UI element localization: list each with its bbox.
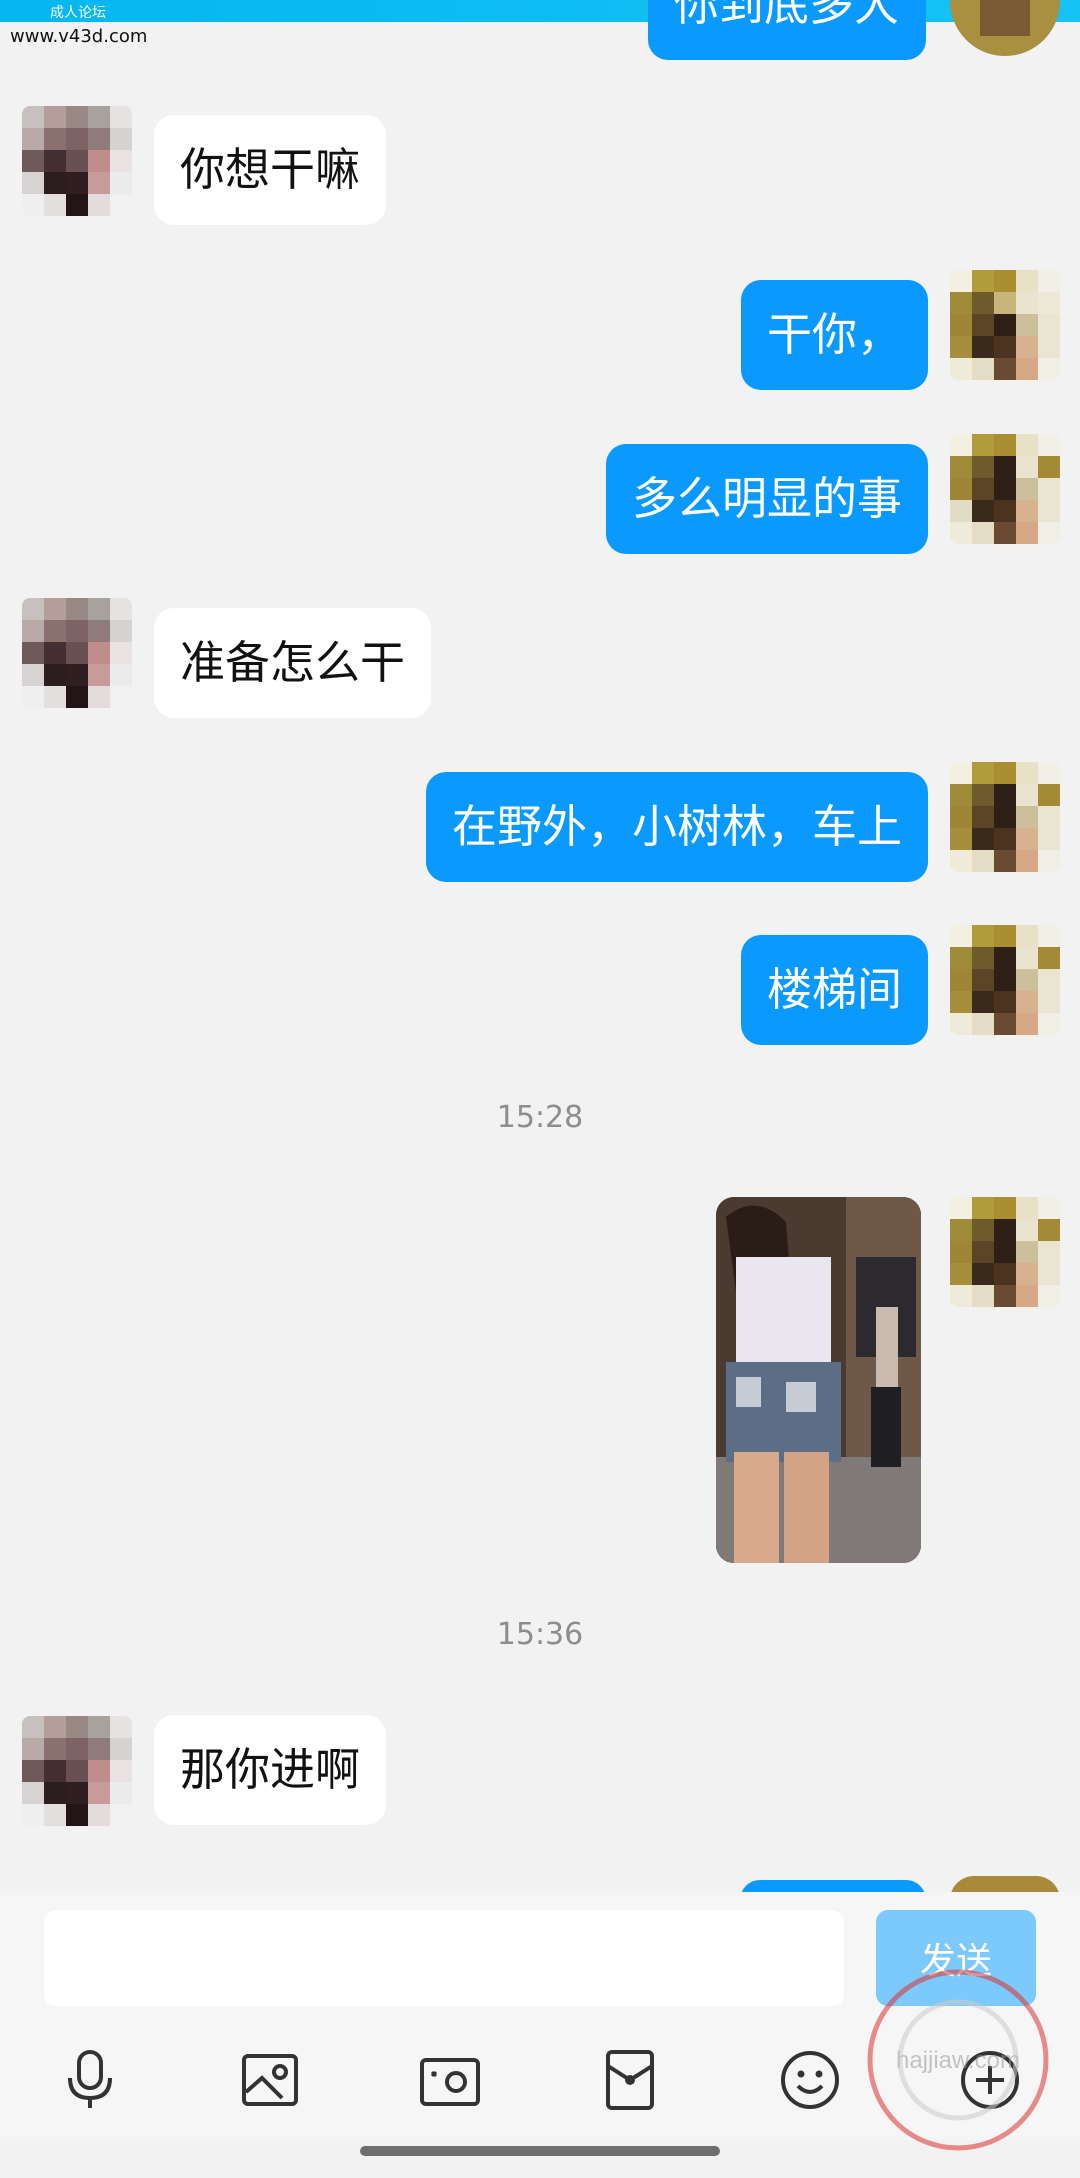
chat-area[interactable]: 你到底多大 你想干嘛 干你， 多么明显的事 准备怎么干 在野外，小树林，车上 楼… (0, 0, 1080, 1920)
red-packet-icon[interactable] (592, 2042, 668, 2118)
message-bubble-outgoing[interactable]: 楼梯间 (740, 935, 928, 1045)
message-text: 准备怎么干 (180, 636, 406, 689)
stamp-text: hajjiaw.com (896, 2047, 1020, 2074)
microphone-icon[interactable] (52, 2042, 128, 2118)
my-avatar[interactable] (950, 434, 1060, 544)
timestamp: 15:28 (496, 1100, 584, 1135)
message-input[interactable] (44, 1910, 844, 2006)
message-text: 那你进啊 (180, 1743, 361, 1796)
timestamp: 15:36 (496, 1617, 584, 1652)
message-text: 在野外，小树林，车上 (451, 800, 902, 853)
message-text: 多么明显的事 (631, 472, 902, 525)
my-avatar[interactable] (950, 1197, 1060, 1307)
photo-content (716, 1197, 921, 1563)
message-bubble-incoming[interactable]: 准备怎么干 (154, 608, 432, 718)
my-avatar[interactable] (950, 0, 1060, 56)
message-text: 你想干嘛 (180, 143, 361, 196)
contact-avatar[interactable] (22, 1716, 132, 1826)
contact-avatar[interactable] (22, 598, 132, 708)
my-avatar[interactable] (950, 270, 1060, 380)
image-message[interactable] (716, 1197, 921, 1563)
message-text: 干你， (766, 308, 902, 361)
message-bubble-incoming[interactable]: 你想干嘛 (154, 115, 387, 225)
message-bubble-incoming[interactable]: 那你进啊 (154, 1715, 387, 1825)
message-bubble-outgoing[interactable]: 在野外，小树林，车上 (425, 772, 928, 882)
contact-avatar[interactable] (22, 106, 132, 216)
message-text: 你到底多大 (674, 0, 900, 31)
watermark-stamp: hajjiaw.com (858, 1960, 1058, 2160)
emoji-icon[interactable] (772, 2042, 848, 2118)
camera-icon[interactable] (412, 2042, 488, 2118)
home-indicator[interactable] (360, 2146, 720, 2156)
message-bubble-outgoing[interactable]: 你到底多大 (648, 0, 926, 60)
picture-icon[interactable] (232, 2042, 308, 2118)
message-bubble-outgoing[interactable]: 多么明显的事 (605, 444, 928, 554)
my-avatar[interactable] (950, 925, 1060, 1035)
message-bubble-outgoing[interactable]: 干你， (740, 280, 928, 390)
message-text: 楼梯间 (766, 963, 902, 1016)
my-avatar[interactable] (950, 762, 1060, 872)
